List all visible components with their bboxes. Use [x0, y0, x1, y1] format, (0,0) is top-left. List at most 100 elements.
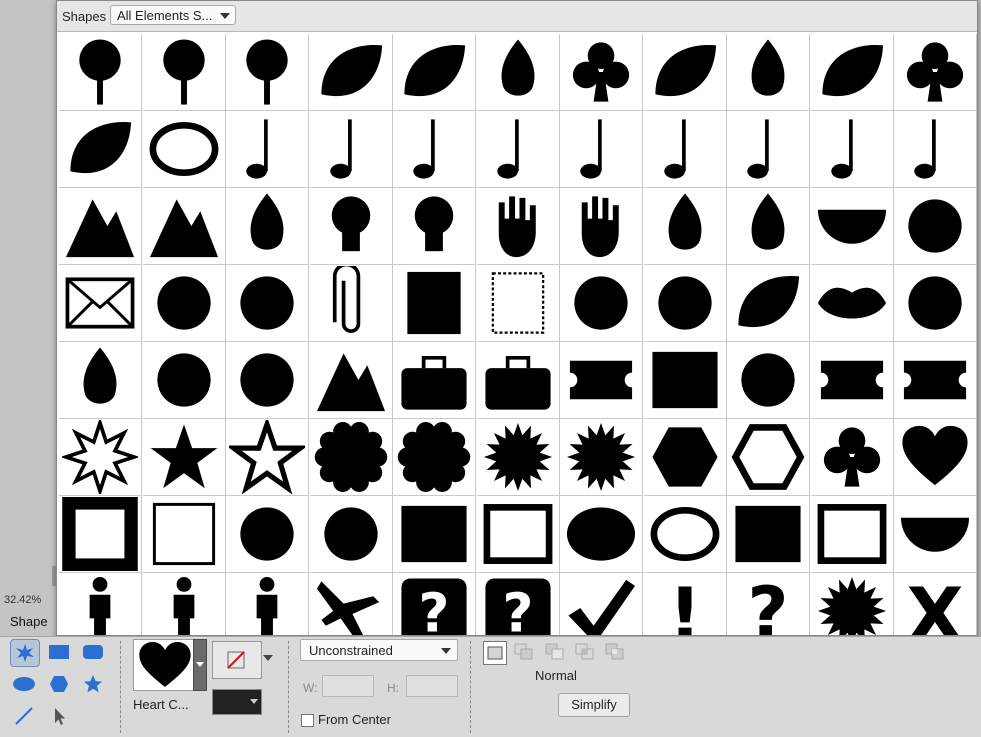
shape-swatch-handbag[interactable]: [476, 342, 560, 419]
shape-swatch-splatter[interactable]: [643, 265, 727, 342]
shape-swatch-x-mark[interactable]: X: [894, 573, 977, 635]
shape-swatch-right-hand[interactable]: [560, 188, 643, 265]
shape-swatch-clover-flower[interactable]: [894, 34, 977, 111]
shape-swatch-explosion[interactable]: [810, 573, 894, 635]
custom-shape-tool-button[interactable]: [10, 639, 40, 667]
fill-color-picker[interactable]: [212, 689, 262, 715]
shape-swatch-paperclip[interactable]: [309, 265, 393, 342]
line-tool-button[interactable]: [10, 703, 38, 729]
shape-swatch-phone-sign[interactable]: ?: [476, 573, 560, 635]
shape-swatch-half-circle[interactable]: [894, 496, 977, 573]
shape-swatch-leaf[interactable]: [309, 34, 393, 111]
shape-swatch-tri-leaf[interactable]: [560, 34, 643, 111]
shape-swatch-marijuana-leaf[interactable]: [393, 34, 476, 111]
add-to-shape-area-button[interactable]: [513, 641, 535, 663]
shape-swatch-confetti[interactable]: [560, 265, 643, 342]
shape-swatch-star-5[interactable]: [142, 419, 226, 496]
shape-swatch-hiker[interactable]: [59, 573, 142, 635]
shape-swatch-left-hand[interactable]: [476, 188, 560, 265]
shape-swatch-candle[interactable]: [894, 265, 977, 342]
rounded-rectangle-tool-button[interactable]: [79, 639, 107, 665]
geometry-constraint-select[interactable]: Unconstrained: [300, 639, 458, 661]
shape-swatch-stamp-outline[interactable]: [476, 265, 560, 342]
shape-swatch-grape-leaf[interactable]: [810, 34, 894, 111]
shape-swatch-envelope[interactable]: [59, 265, 142, 342]
shape-swatch-left-foot[interactable]: [643, 188, 727, 265]
shape-swatch-key[interactable]: [894, 188, 977, 265]
exclude-overlapping-shape-areas-button[interactable]: [604, 641, 626, 663]
shape-swatch-bass-clef[interactable]: [643, 111, 727, 188]
shape-swatch-scallop-outline[interactable]: [393, 419, 476, 496]
shape-swatch-checkmark[interactable]: [560, 573, 643, 635]
shape-swatch-exclamation[interactable]: !: [643, 573, 727, 635]
shape-swatch-oak-tree[interactable]: [142, 34, 226, 111]
shape-swatch-lips[interactable]: [810, 265, 894, 342]
shape-swatch-umbrella[interactable]: [810, 188, 894, 265]
shape-swatch-bare-tree[interactable]: [226, 34, 309, 111]
shape-swatch-lightbulb-outline[interactable]: [393, 188, 476, 265]
shape-swatch-stamp-filled[interactable]: [393, 265, 476, 342]
shape-swatch-mountains[interactable]: [142, 188, 226, 265]
height-field[interactable]: [406, 675, 458, 697]
style-dropdown-arrow-icon[interactable]: [263, 655, 273, 661]
shape-swatch-hexagon[interactable]: [643, 419, 727, 496]
shape-swatch-maple-leaf[interactable]: [643, 34, 727, 111]
shape-swatch-diamond-frame-outline[interactable]: [309, 496, 393, 573]
shape-swatch-star-outline[interactable]: [226, 419, 309, 496]
shape-swatch-man[interactable]: [226, 573, 309, 635]
shape-swatch-ellipse-outline[interactable]: [643, 496, 727, 573]
shape-swatch-ticket[interactable]: [560, 342, 643, 419]
shape-swatch-tricycle[interactable]: [142, 342, 226, 419]
shape-swatch-woman[interactable]: [142, 573, 226, 635]
shape-swatch-simple-leaf[interactable]: [476, 34, 560, 111]
intersect-shape-areas-button[interactable]: [574, 641, 596, 663]
shape-swatch-quarter-note[interactable]: [309, 111, 393, 188]
shape-swatch-burst-8[interactable]: [59, 419, 142, 496]
shape-swatch-eighth-note[interactable]: [393, 111, 476, 188]
from-center-checkbox[interactable]: [301, 714, 314, 727]
shape-swatch-rectangle[interactable]: [727, 496, 810, 573]
shape-swatch-airplane[interactable]: [309, 573, 393, 635]
shape-swatch-half-note[interactable]: [226, 111, 309, 188]
shape-swatch-palm-tree[interactable]: [59, 34, 142, 111]
shape-swatch-square-frame-thin[interactable]: [142, 496, 226, 573]
shape-swatch-beamed-notes[interactable]: [476, 111, 560, 188]
shape-swatch-hexagon-outline[interactable]: [727, 419, 810, 496]
shape-swatch-ellipse[interactable]: [560, 496, 643, 573]
shape-swatch-starburst-outline[interactable]: [560, 419, 643, 496]
shape-swatch-right-foot[interactable]: [727, 188, 810, 265]
shape-swatch-square-frame[interactable]: [59, 496, 142, 573]
shape-swatch-banana-leaves[interactable]: [59, 111, 142, 188]
shape-swatch-scissors-open[interactable]: [226, 265, 309, 342]
polygon-tool-button[interactable]: [45, 671, 73, 697]
shape-swatch-question-mark[interactable]: ?: [727, 573, 810, 635]
shape-swatch-sharp-sign[interactable]: [894, 111, 977, 188]
shape-swatch-flat-sign[interactable]: [810, 111, 894, 188]
shape-picker-dropdown-button[interactable]: [193, 639, 207, 691]
simplify-button[interactable]: Simplify: [558, 693, 630, 717]
shape-swatch-scallop[interactable]: [309, 419, 393, 496]
create-new-shape-layer-button[interactable]: [483, 641, 507, 665]
shape-swatch-holly[interactable]: [727, 265, 810, 342]
shape-swatch-pointing-hand-left[interactable]: [894, 342, 977, 419]
shape-swatch-briefcase[interactable]: [393, 342, 476, 419]
style-picker-box[interactable]: [212, 641, 262, 679]
shape-swatch-rectangle-outline[interactable]: [810, 496, 894, 573]
shape-swatch-oval-frame[interactable]: [142, 111, 226, 188]
shape-swatch-sailboat[interactable]: [309, 342, 393, 419]
shape-swatch-treble-clef[interactable]: [727, 111, 810, 188]
shape-swatch-heart[interactable]: [894, 419, 977, 496]
shape-swatch-diamond-frame[interactable]: [226, 496, 309, 573]
ellipse-tool-button[interactable]: [10, 671, 38, 697]
shape-swatch-lightbulb[interactable]: [309, 188, 393, 265]
shape-swatch-scissors[interactable]: [142, 265, 226, 342]
shape-swatch-rounded-frame[interactable]: [393, 496, 476, 573]
shape-swatch-rounded-frame-outline[interactable]: [476, 496, 560, 573]
shape-swatch-club[interactable]: [810, 419, 894, 496]
rectangle-tool-button[interactable]: [45, 639, 73, 665]
shape-preview-swatch[interactable]: [133, 639, 197, 691]
width-field[interactable]: [322, 675, 374, 697]
shape-selection-tool-button[interactable]: [45, 703, 73, 729]
shape-swatch-bicycle[interactable]: [727, 342, 810, 419]
shape-swatch-tornado[interactable]: [226, 188, 309, 265]
